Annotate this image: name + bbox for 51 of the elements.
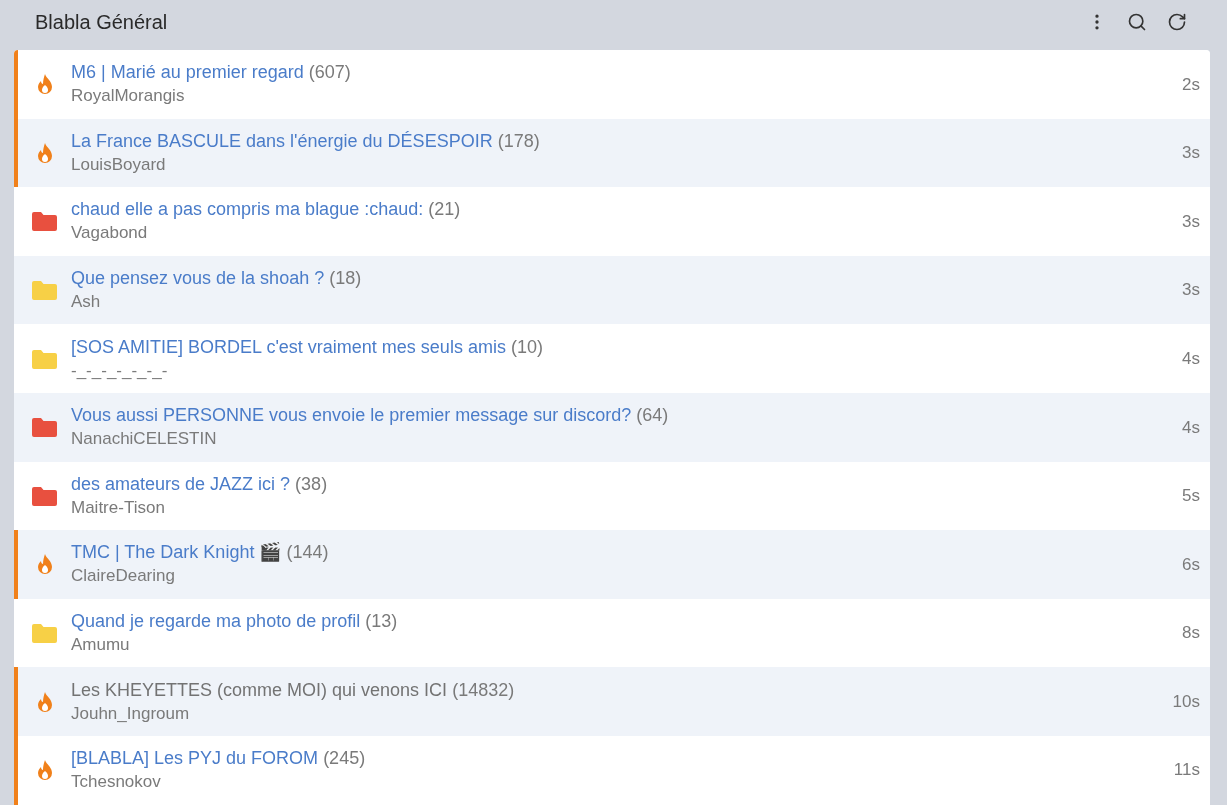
topic-row[interactable]: [BLABLA] Les PYJ du FOROM (245) Tchesnokov 11s [14, 735, 1210, 805]
topic-title[interactable]: TMC | The Dark Knight 🎬 [71, 542, 282, 563]
topic-author: Amumu [71, 634, 130, 657]
reply-count: (21) [428, 199, 461, 220]
topic-time: 3s [1182, 279, 1201, 302]
topic-author: RoyalMorangis [71, 85, 185, 108]
topic-time: 8s [1182, 622, 1201, 645]
reply-count: (13) [365, 611, 398, 632]
reply-count: (144) [286, 542, 329, 563]
topic-author: ClaireDearing [71, 565, 175, 588]
topic-author: Maitre-Tison [71, 496, 165, 519]
topic-time: 11s [1173, 759, 1201, 782]
topic-time: 4s [1182, 416, 1201, 439]
reply-count: (10) [510, 336, 543, 357]
topic-title[interactable]: chaud elle a pas compris ma blague :chaud: [71, 199, 424, 220]
topic-title[interactable]: des amateurs de JAZZ ici ? [71, 473, 291, 494]
topic-author: LouisBoyard [71, 153, 166, 176]
topic-row[interactable]: M6 | Marié au premier regard (607) RoyalMorangis 2s [14, 50, 1210, 119]
topic-row[interactable]: Quand je regarde ma photo de profil (13) Amumu 8s [14, 598, 1210, 668]
topic-time: 4s [1182, 347, 1201, 370]
topic-title[interactable]: M6 | Marié au premier regard [71, 62, 304, 83]
reply-count: (14832) [452, 679, 515, 700]
topic-title[interactable]: Que pensez vous de la shoah ? [71, 268, 325, 289]
reply-count: (18) [329, 268, 362, 289]
topic-title[interactable]: [BLABLA] Les PYJ du FOROM [71, 748, 319, 769]
topic-title[interactable]: Quand je regarde ma photo de profil [71, 611, 361, 632]
topic-row[interactable]: chaud elle a pas compris ma blague :chaud: (21) Vagabond 3s [14, 187, 1210, 256]
reply-count: (38) [295, 473, 328, 494]
topic-time: 3s [1182, 142, 1201, 165]
reply-count: (607) [308, 62, 351, 83]
page-title: Blabla Général [35, 10, 169, 35]
reply-count: (178) [497, 130, 540, 151]
topic-row[interactable]: des amateurs de JAZZ ici ? (38) Maitre-Tison 5s [14, 461, 1210, 531]
reply-count: (245) [323, 748, 366, 769]
reply-count: (64) [636, 405, 669, 426]
topic-author: Jouhn_Ingroum [71, 702, 190, 725]
topic-time: 6s [1182, 553, 1201, 576]
topic-title[interactable]: [SOS AMITIE] BORDEL c'est vraiment mes seuls amis [71, 336, 506, 357]
topic-author: Vagabond [71, 222, 148, 245]
topic-time: 2s [1182, 73, 1201, 96]
topic-title[interactable]: Les KHEYETTES (comme MOI) qui venons ICI [71, 679, 448, 700]
topic-row[interactable]: [SOS AMITIE] BORDEL c'est vraiment mes seuls amis (10) -_-_-_-_-_-_- 4s [14, 324, 1210, 393]
topic-title[interactable]: Vous aussi PERSONNE vous envoie le premier message sur discord? [71, 405, 632, 426]
topic-author: -_-_-_-_-_-_- [71, 359, 168, 382]
topic-author: Tchesnokov [71, 771, 161, 794]
topic-title[interactable]: La France BASCULE dans l'énergie du DÉSESPOIR [71, 130, 493, 151]
topic-author: Ash [71, 291, 101, 314]
topic-time: 3s [1182, 210, 1201, 233]
topic-author: NanachiCELESTIN [71, 428, 217, 451]
topic-time: 10s [1172, 690, 1201, 713]
topic-time: 5s [1182, 485, 1201, 508]
